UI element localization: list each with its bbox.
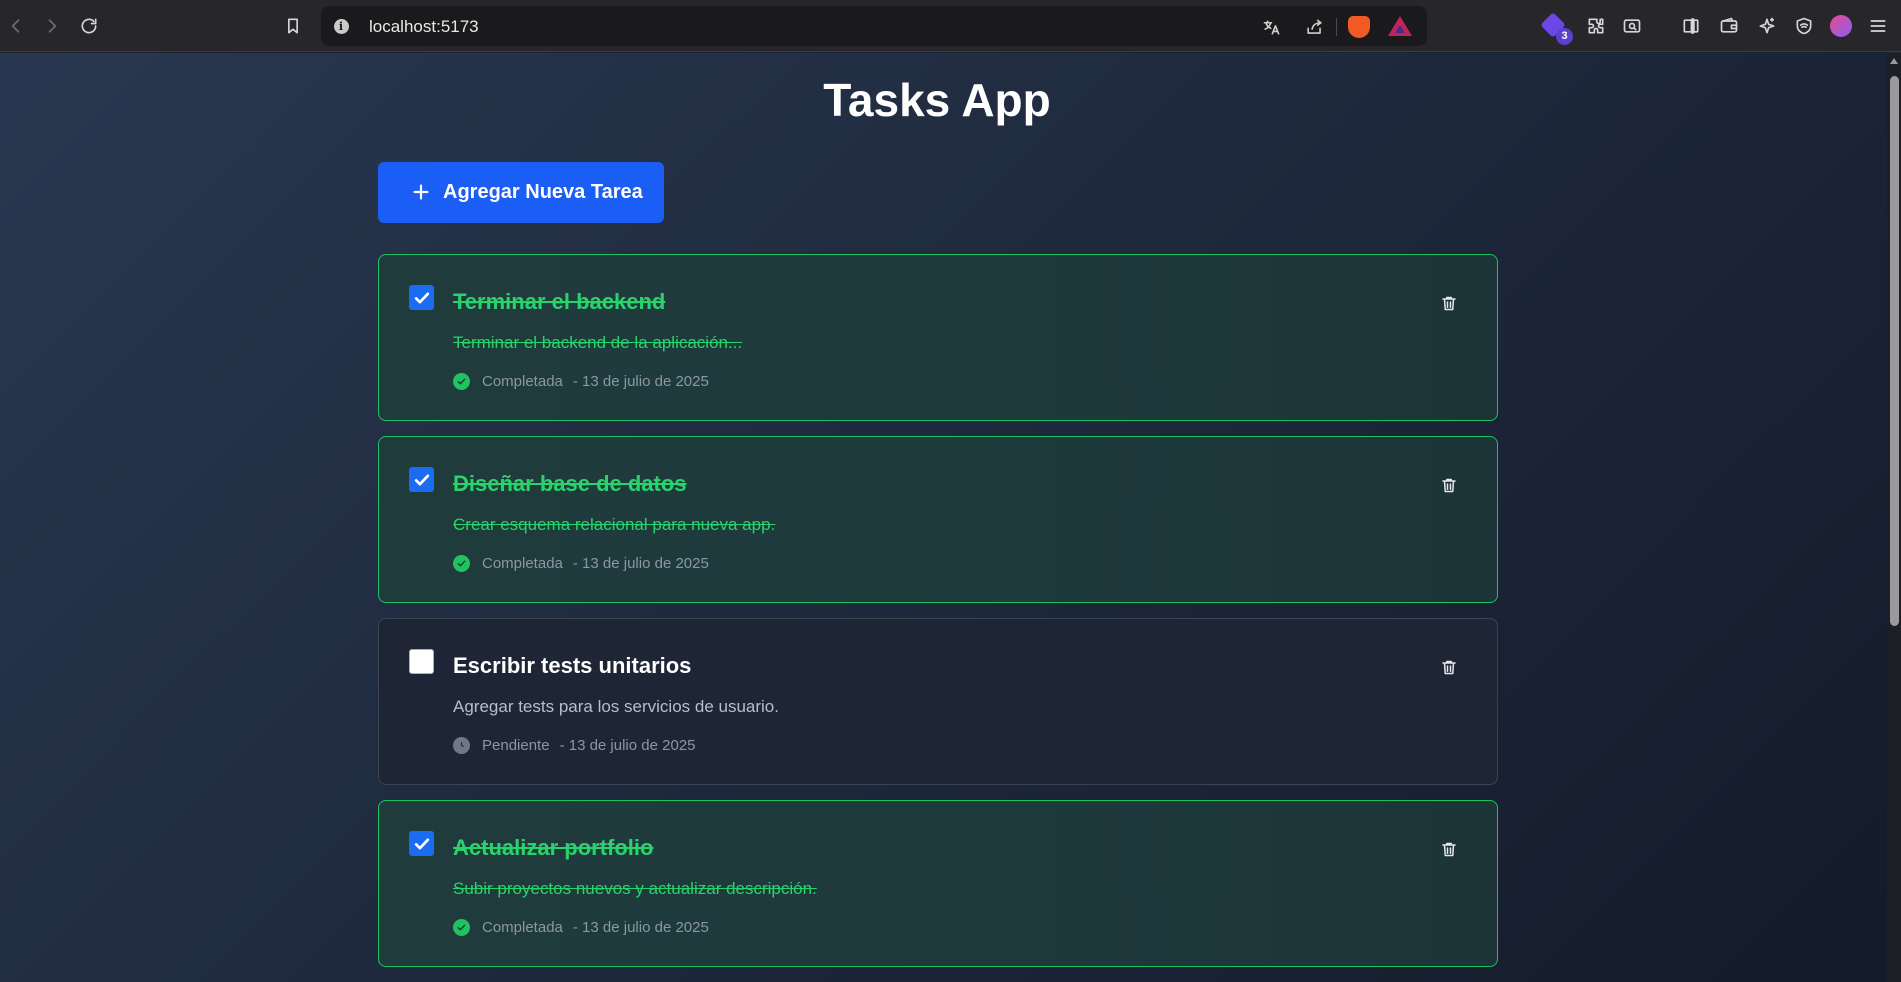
bookmark-icon[interactable] [277, 10, 309, 42]
task-title: Escribir tests unitarios [453, 653, 692, 678]
clock-icon [453, 736, 470, 754]
leo-ai-icon[interactable] [1751, 10, 1783, 42]
app-page: Tasks App Agregar Nueva Tarea Terminar e… [0, 53, 1887, 982]
brave-shields-icon[interactable] [1348, 16, 1370, 38]
task-checkbox[interactable] [409, 285, 434, 310]
translate-icon[interactable] [1258, 14, 1284, 40]
task-meta: Pendiente - 13 de julio de 2025 [453, 735, 696, 755]
back-icon[interactable] [0, 10, 32, 42]
vpn-icon[interactable] [1788, 10, 1820, 42]
task-checkbox[interactable] [409, 467, 434, 492]
task-status: Completada [482, 918, 563, 936]
task-date: - 13 de julio de 2025 [572, 372, 709, 390]
menu-icon[interactable] [1862, 10, 1894, 42]
task-card: Terminar el backend Terminar el backend … [378, 254, 1498, 421]
page-title: Tasks App [823, 74, 1051, 126]
task-description: Crear esquema relacional para nueva app. [453, 515, 776, 534]
brave-rewards-icon-inner [1395, 25, 1405, 33]
add-task-button[interactable]: Agregar Nueva Tarea [378, 162, 664, 223]
forward-icon[interactable] [36, 10, 68, 42]
browser-toolbar: i localhost:5173 3 [0, 0, 1901, 52]
check-icon [414, 474, 429, 485]
delete-task-button[interactable] [1437, 291, 1461, 315]
task-description: Agregar tests para los servicios de usua… [453, 697, 779, 716]
check-circle-icon [453, 554, 470, 572]
add-task-button-label: Agregar Nueva Tarea [443, 181, 643, 203]
task-date: - 13 de julio de 2025 [572, 918, 709, 936]
task-checkbox[interactable] [409, 649, 434, 674]
task-meta: Completada - 13 de julio de 2025 [453, 917, 709, 937]
url-text[interactable]: localhost:5173 [369, 17, 479, 37]
address-bar[interactable]: i localhost:5173 [321, 6, 1427, 46]
task-card: Diseñar base de datos Crear esquema rela… [378, 436, 1498, 603]
wallet-icon[interactable] [1713, 10, 1745, 42]
scroll-up-icon[interactable] [1890, 58, 1898, 64]
delete-task-button[interactable] [1437, 837, 1461, 861]
scrollbar-thumb[interactable] [1890, 76, 1899, 626]
task-status: Pendiente [482, 736, 550, 754]
check-icon [414, 838, 429, 849]
task-card: Escribir tests unitarios Agregar tests p… [378, 618, 1498, 785]
delete-task-button[interactable] [1437, 655, 1461, 679]
check-circle-icon [453, 372, 470, 390]
task-title: Actualizar portfolio [453, 835, 654, 860]
sidebar-icon[interactable] [1675, 10, 1707, 42]
check-circle-icon [453, 918, 470, 936]
task-meta: Completada - 13 de julio de 2025 [453, 553, 709, 573]
task-description: Terminar el backend de la aplicación... [453, 333, 743, 352]
task-status: Completada [482, 372, 563, 390]
trash-icon [1442, 296, 1456, 310]
task-title: Diseñar base de datos [453, 471, 687, 496]
trash-icon [1442, 660, 1456, 674]
reload-icon[interactable] [73, 10, 105, 42]
task-title: Terminar el backend [453, 289, 666, 314]
trash-icon [1442, 842, 1456, 856]
extensions-icon[interactable] [1580, 10, 1612, 42]
task-date: - 13 de julio de 2025 [559, 736, 696, 754]
task-status: Completada [482, 554, 563, 572]
url-separator [1336, 18, 1337, 36]
reader-mode-icon[interactable] [1616, 10, 1648, 42]
task-card: Actualizar portfolio Subir proyectos nue… [378, 800, 1498, 967]
site-info-icon[interactable]: i [331, 16, 351, 36]
trash-icon [1442, 478, 1456, 492]
extension-badge: 3 [1556, 28, 1573, 45]
task-meta: Completada - 13 de julio de 2025 [453, 371, 709, 391]
task-checkbox[interactable] [409, 831, 434, 856]
task-description: Subir proyectos nuevos y actualizar desc… [453, 879, 817, 898]
profile-avatar[interactable] [1830, 15, 1852, 37]
delete-task-button[interactable] [1437, 473, 1461, 497]
check-icon [414, 292, 429, 303]
task-date: - 13 de julio de 2025 [572, 554, 709, 572]
plus-icon [410, 181, 432, 203]
share-icon[interactable] [1301, 14, 1327, 40]
